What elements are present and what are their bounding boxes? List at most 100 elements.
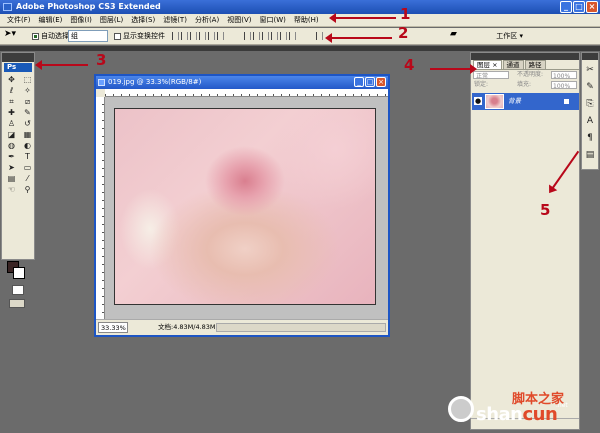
move-tool-preset-icon[interactable]: ➤▾ xyxy=(4,29,16,40)
show-transform-checkbox[interactable]: 显示变换控件 xyxy=(114,31,165,42)
tab-paths[interactable]: 路径 xyxy=(524,60,546,69)
document-titlebar[interactable]: 019.jpg @ 33.3%(RGB/8#) _ □ × xyxy=(96,76,388,89)
menu-help[interactable]: 帮助(H) xyxy=(290,14,323,26)
show-transform-label: 显示变换控件 xyxy=(123,32,165,40)
vertical-ruler[interactable] xyxy=(96,97,105,319)
close-button[interactable]: × xyxy=(586,1,598,13)
distribute-bottom-icon[interactable] xyxy=(262,32,269,40)
zoom-field[interactable]: 33.33% xyxy=(98,322,128,333)
marquee-tool-icon[interactable]: ⬚ xyxy=(21,75,34,85)
paragraph-icon[interactable]: ¶ xyxy=(583,131,597,145)
minimize-button[interactable]: _ xyxy=(560,1,572,13)
dodge-tool-icon[interactable]: ◐ xyxy=(21,141,34,151)
align-buttons[interactable] xyxy=(172,32,224,40)
history-brush-icon[interactable]: ↺ xyxy=(21,119,34,129)
menu-window[interactable]: 窗口(W) xyxy=(255,14,289,26)
pen-tool-icon[interactable]: ✒ xyxy=(5,152,18,162)
hand-tool-icon[interactable]: ☜ xyxy=(5,185,18,195)
tool-presets-icon[interactable]: ✂ xyxy=(583,63,597,77)
gradient-tool-icon[interactable]: ▦ xyxy=(21,130,34,140)
align-bottom-icon[interactable] xyxy=(190,32,197,40)
toolbox-header[interactable] xyxy=(2,53,34,62)
notes-tool-icon[interactable]: ▤ xyxy=(5,174,18,184)
quick-mask-icon[interactable] xyxy=(12,285,24,295)
move-tool-icon[interactable]: ✥ xyxy=(5,75,18,85)
distribute-right-icon[interactable] xyxy=(289,32,296,40)
menu-filter[interactable]: 滤镜(T) xyxy=(159,14,191,26)
distribute-hcenter-icon[interactable] xyxy=(280,32,287,40)
options-bar: ➤▾ 自动选择: 组 显示变换控件 ▰ 工作区 ▾ xyxy=(0,28,600,45)
opacity-field[interactable]: 100% xyxy=(551,71,577,80)
document-size-info[interactable]: 文档:4.83M/4.83M xyxy=(158,320,216,335)
doc-close-button[interactable]: × xyxy=(376,77,386,87)
clone-source-icon[interactable]: ⎘ xyxy=(583,97,597,111)
menu-image[interactable]: 图像(I) xyxy=(66,14,96,26)
toolbox: Ps ✥ ⬚ ℓ ✧ ⌗ ⧄ ✚ ✎ ♙ ↺ ◪ ▦ ◍ ◐ ✒ T ➤ ▭ ▤ ⁄ ☜ ⚲ xyxy=(1,52,35,308)
path-select-icon[interactable]: ➤ xyxy=(5,163,18,173)
layers-panel-header[interactable] xyxy=(471,53,579,60)
blend-mode-dropdown[interactable]: 正常 xyxy=(473,71,509,80)
lock-label: 锁定: xyxy=(474,81,489,88)
auto-select-checkbox[interactable]: 自动选择: xyxy=(32,31,71,42)
workspace-button[interactable]: 工作区 ▾ xyxy=(493,30,526,43)
zoom-tool-icon[interactable]: ⚲ xyxy=(21,185,34,195)
menu-analysis[interactable]: 分析(A) xyxy=(191,14,223,26)
fill-label: 填充: xyxy=(517,81,532,88)
align-left-icon[interactable] xyxy=(199,32,206,40)
doc-minimize-button[interactable]: _ xyxy=(354,77,364,87)
tab-layers[interactable]: 图层 × xyxy=(473,60,502,69)
bridge-icon[interactable]: ▰ xyxy=(450,29,457,40)
menu-view[interactable]: 视图(V) xyxy=(223,14,255,26)
doc-maximize-button[interactable]: □ xyxy=(365,77,375,87)
tab-channels[interactable]: 通道 xyxy=(502,60,524,69)
screen-mode-icon[interactable] xyxy=(9,299,25,308)
layer-row-background[interactable]: ● 背景 xyxy=(472,93,579,110)
character-icon[interactable]: A xyxy=(583,114,597,128)
auto-align-icon[interactable] xyxy=(316,32,323,40)
shape-tool-icon[interactable]: ▭ xyxy=(21,163,34,173)
layer-thumbnail[interactable] xyxy=(485,94,504,109)
canvas-area[interactable] xyxy=(105,97,388,319)
align-hcenter-icon[interactable] xyxy=(208,32,215,40)
layer-name: 背景 xyxy=(508,97,521,105)
rose-photo[interactable] xyxy=(114,108,376,305)
type-tool-icon[interactable]: T xyxy=(21,152,34,162)
brush-tool-icon[interactable]: ✎ xyxy=(21,108,34,118)
callout-5: 5 xyxy=(540,201,551,219)
magic-wand-tool-icon[interactable]: ✧ xyxy=(21,86,34,96)
lasso-tool-icon[interactable]: ℓ xyxy=(5,86,18,96)
ps-logo[interactable]: Ps xyxy=(4,63,32,72)
distribute-vcenter-icon[interactable] xyxy=(253,32,260,40)
fill-field[interactable]: 100% xyxy=(551,81,577,90)
horizontal-ruler[interactable] xyxy=(105,89,388,97)
dock-header[interactable] xyxy=(582,53,598,60)
layer-comps-icon[interactable]: ▤ xyxy=(583,148,597,162)
auto-select-dropdown[interactable]: 组 xyxy=(68,30,108,42)
horizontal-scrollbar[interactable] xyxy=(216,323,386,332)
distribute-buttons[interactable] xyxy=(244,32,296,40)
blur-tool-icon[interactable]: ◍ xyxy=(5,141,18,151)
layers-panel: 图层 × 通道 路径 正常 不透明度: 100% 锁定: 填充: 100% ● … xyxy=(470,52,580,430)
healing-brush-icon[interactable]: ✚ xyxy=(5,108,18,118)
menu-layer[interactable]: 图层(L) xyxy=(96,14,127,26)
clone-stamp-icon[interactable]: ♙ xyxy=(5,119,18,129)
distribute-left-icon[interactable] xyxy=(271,32,278,40)
eraser-tool-icon[interactable]: ◪ xyxy=(5,130,18,140)
menu-edit[interactable]: 编辑(E) xyxy=(35,14,67,26)
eyedropper-tool-icon[interactable]: ⁄ xyxy=(21,174,34,184)
menu-select[interactable]: 选择(S) xyxy=(127,14,159,26)
align-top-icon[interactable] xyxy=(172,32,179,40)
distribute-top-icon[interactable] xyxy=(244,32,251,40)
align-right-icon[interactable] xyxy=(217,32,224,40)
document-window-controls: _ □ × xyxy=(354,77,386,87)
auto-align-button[interactable] xyxy=(316,32,323,40)
maximize-button[interactable]: □ xyxy=(573,1,585,13)
visibility-eye-icon[interactable]: ● xyxy=(474,97,482,105)
menu-file[interactable]: 文件(F) xyxy=(3,14,35,26)
crop-tool-icon[interactable]: ⌗ xyxy=(5,97,18,107)
brushes-icon[interactable]: ✎ xyxy=(583,80,597,94)
callout-arrow-1 xyxy=(329,13,396,23)
slice-tool-icon[interactable]: ⧄ xyxy=(21,97,34,107)
align-vcenter-icon[interactable] xyxy=(181,32,188,40)
background-color-swatch[interactable] xyxy=(13,267,25,279)
